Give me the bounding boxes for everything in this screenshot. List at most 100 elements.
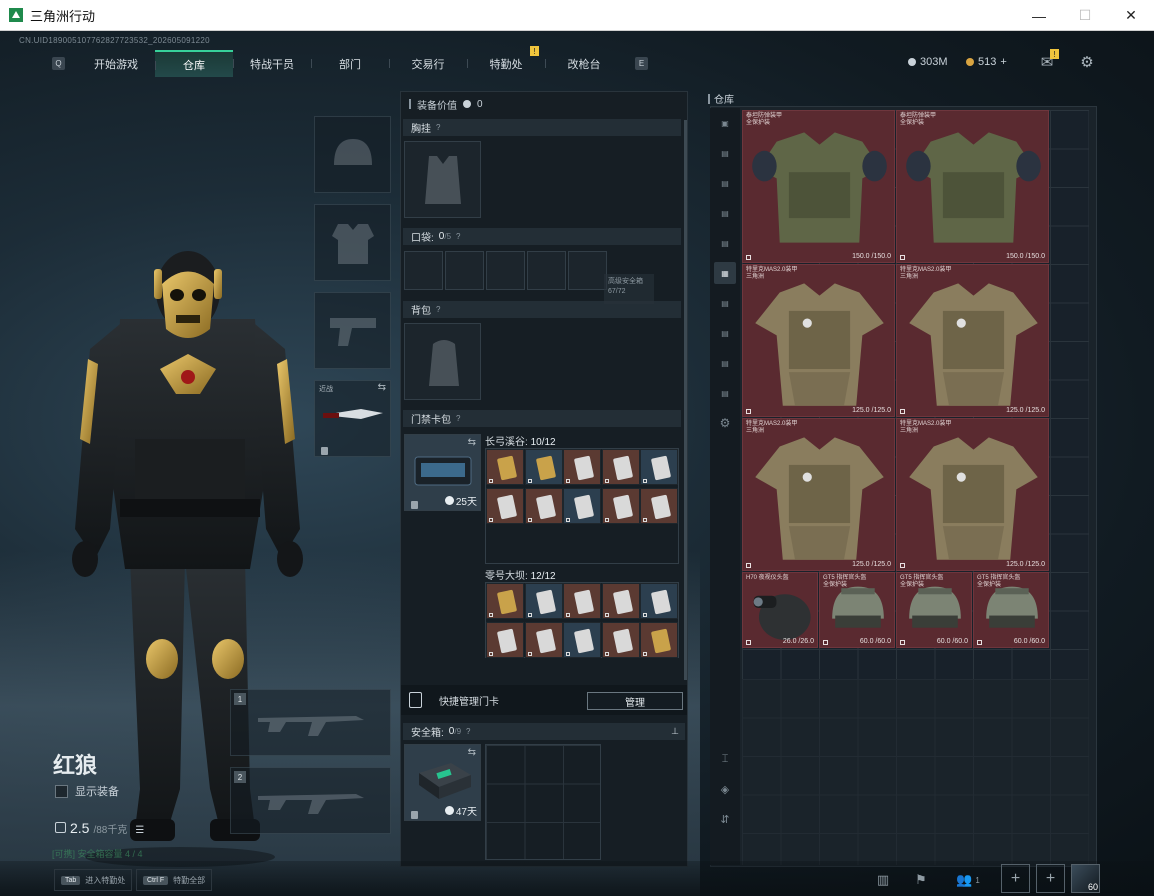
keycard-item[interactable] xyxy=(486,621,524,658)
secondary-weapon-slot[interactable]: 2 xyxy=(230,767,391,834)
tab-warehouse[interactable]: 仓库 xyxy=(155,50,233,77)
friends-button[interactable]: 👥 1 xyxy=(950,867,986,893)
melee-slot[interactable]: 近战 ⇆ xyxy=(314,380,391,457)
keycard-item[interactable] xyxy=(486,583,524,619)
pocket-slot[interactable] xyxy=(404,251,443,290)
sort-icon[interactable]: ⌶ xyxy=(714,748,736,770)
keycard-item[interactable] xyxy=(640,449,678,485)
warehouse-item[interactable]: H70 夜视仪头盔 26.0 /26.0 xyxy=(742,572,818,648)
keycard-item[interactable] xyxy=(640,487,678,524)
mail-button[interactable]: ✉ ! xyxy=(1036,49,1059,73)
category-tab-icon[interactable]: ▤ xyxy=(714,322,736,344)
settings-button[interactable]: ⚙ xyxy=(1076,51,1098,73)
keycard-item[interactable] xyxy=(486,449,524,485)
category-tab-icon[interactable]: ▤ xyxy=(714,292,736,314)
warehouse-item[interactable]: GT5 指挥官头盔 全保护装 60.0 /60.0 xyxy=(973,572,1049,648)
tab-department[interactable]: 部门 xyxy=(311,50,389,77)
chest-rig-slot[interactable] xyxy=(404,141,481,218)
category-tab-icon[interactable]: ▤ xyxy=(714,172,736,194)
tab-trading[interactable]: 交易行 xyxy=(389,50,467,77)
keycard-item[interactable] xyxy=(601,487,640,524)
keycard-item[interactable] xyxy=(563,583,601,619)
category-tab-icon[interactable]: ▤ xyxy=(714,202,736,224)
add-currency-button[interactable]: + xyxy=(1000,56,1006,68)
warehouse-item[interactable]: 特里克MAS2.0装甲 三角洲 125.0 /125.0 xyxy=(896,264,1049,417)
tab-special-ops[interactable]: 特勤处 ! xyxy=(467,46,545,77)
keycard-item[interactable] xyxy=(524,583,563,619)
loadout-scrollbar[interactable] xyxy=(684,120,687,680)
minimize-button[interactable]: — xyxy=(1016,0,1062,31)
player-avatar[interactable]: 60 xyxy=(1071,864,1100,893)
keycard-item[interactable] xyxy=(563,621,601,658)
safebox-grid[interactable] xyxy=(485,744,601,860)
keycard-item[interactable] xyxy=(563,449,601,485)
tab-gunsmith[interactable]: 改枪台 xyxy=(545,50,623,77)
pin-icon[interactable]: ⊥ xyxy=(671,726,679,737)
keycard-item[interactable] xyxy=(601,449,640,485)
pocket-slot[interactable] xyxy=(527,251,566,290)
list-icon[interactable]: ☰ xyxy=(135,825,144,836)
warehouse-item[interactable]: 特里克MAS2.0装甲 三角洲 125.0 /125.0 xyxy=(742,418,895,571)
show-equipment-toggle[interactable]: 显示装备 xyxy=(55,783,119,799)
category-tab-icon[interactable]: ▤ xyxy=(714,352,736,374)
nav-next-key[interactable]: E xyxy=(635,57,648,70)
hint-special-ops[interactable]: Tab 进入特勤处 xyxy=(54,869,133,891)
warehouse-item[interactable]: GT5 指挥官头盔 全保护装 60.0 /60.0 xyxy=(819,572,895,648)
warehouse-item[interactable]: 泰坦防弹装甲 全保护装 150.0 /150.0 xyxy=(896,110,1049,263)
armor-slot[interactable] xyxy=(314,204,391,281)
show-equipment-checkbox[interactable] xyxy=(55,784,68,798)
tab-start-game[interactable]: 开始游戏 xyxy=(77,50,155,77)
warehouse-grid[interactable]: 泰坦防弹装甲 全保护装 150.0 /150.0 泰坦防弹装甲 全保护装 150.0 … xyxy=(742,110,1089,679)
keycard-item[interactable] xyxy=(486,487,524,524)
keycard-item[interactable] xyxy=(524,449,563,485)
keycard-item[interactable] xyxy=(640,583,678,619)
add-teammate-button[interactable]: + xyxy=(1036,864,1065,893)
help-icon[interactable]: ? xyxy=(456,414,460,423)
help-icon[interactable]: ? xyxy=(436,123,440,132)
primary-weapon-slot[interactable]: 1 xyxy=(230,689,391,756)
safebox-slot[interactable]: ⇆ 47天 xyxy=(404,744,481,821)
swap-icon[interactable]: ⇆ xyxy=(468,437,476,448)
pocket-slot[interactable] xyxy=(445,251,484,290)
keycard-item[interactable] xyxy=(640,621,678,658)
help-icon[interactable]: ? xyxy=(466,727,470,736)
keycard-item[interactable] xyxy=(524,621,563,658)
keycard-bag-slot[interactable]: ⇆ 25天 xyxy=(404,434,481,511)
category-tab-icon[interactable]: ▤ xyxy=(714,382,736,404)
silver-amount: 303M xyxy=(920,56,948,68)
warehouse-item[interactable]: 泰坦防弹装甲 全保护装 150.0 /150.0 xyxy=(742,110,895,263)
category-all-icon[interactable]: ▣ xyxy=(714,112,736,134)
add-teammate-button[interactable]: + xyxy=(1001,864,1030,893)
gear-icon[interactable]: ⚙ xyxy=(714,412,736,434)
warehouse-item[interactable]: GT5 指挥官头盔 全保护装 60.0 /60.0 xyxy=(896,572,972,648)
warehouse-empty-area[interactable] xyxy=(742,679,1089,865)
nav-prev-key[interactable]: Q xyxy=(52,57,65,70)
hint-all[interactable]: Ctrl F 特勤全部 xyxy=(136,869,213,891)
pocket-slot[interactable] xyxy=(568,251,607,290)
flag-icon[interactable]: ⚑ xyxy=(908,867,934,893)
backpack-slot[interactable] xyxy=(404,323,481,400)
category-tab-icon[interactable]: ▤ xyxy=(714,142,736,164)
keycard-item[interactable] xyxy=(563,487,601,524)
warehouse-item[interactable]: 特里克MAS2.0装甲 三角洲 125.0 /125.0 xyxy=(742,264,895,417)
close-button[interactable]: ✕ xyxy=(1108,0,1154,31)
keycard-item[interactable] xyxy=(601,621,640,658)
layers-icon[interactable]: ◈ xyxy=(714,778,736,800)
maximize-button[interactable]: ☐ xyxy=(1062,0,1108,31)
swap-icon[interactable]: ⇆ xyxy=(378,382,386,393)
category-tab-icon[interactable]: ▤ xyxy=(714,232,736,254)
pocket-slot[interactable] xyxy=(486,251,525,290)
helmet-slot[interactable] xyxy=(314,116,391,193)
arrange-icon[interactable]: ⇵ xyxy=(714,808,736,830)
category-tab-icon[interactable]: ▦ xyxy=(714,262,736,284)
pistol-slot[interactable] xyxy=(314,292,391,369)
help-icon[interactable]: ? xyxy=(436,305,440,314)
help-icon[interactable]: ? xyxy=(456,232,460,241)
manage-button[interactable]: 管理 xyxy=(587,692,683,710)
keycard-item[interactable] xyxy=(601,583,640,619)
stats-icon[interactable]: ▥ xyxy=(870,867,896,893)
warehouse-item[interactable]: 特里克MAS2.0装甲 三角洲 125.0 /125.0 xyxy=(896,418,1049,571)
tab-operators[interactable]: 特战干员 xyxy=(233,50,311,77)
keycard-item[interactable] xyxy=(524,487,563,524)
swap-icon[interactable]: ⇆ xyxy=(468,747,476,758)
